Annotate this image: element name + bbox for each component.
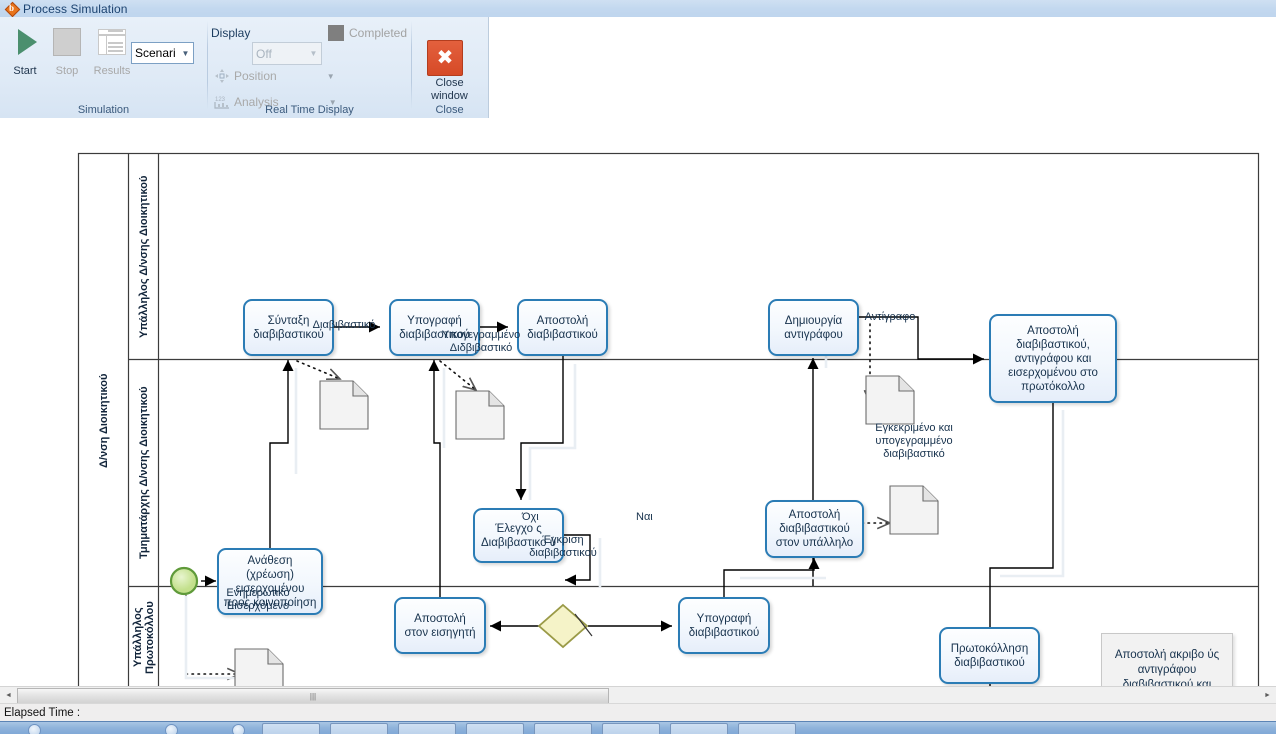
process-simulation-window: b Process Simulation Start Stop Results … (0, 0, 1276, 734)
task-apostoli-ston-ypallilo[interactable]: Αποστολή διαβιβαστικού στον υπάλληλο (765, 500, 864, 558)
exclusive-gateway-shape[interactable] (537, 603, 593, 649)
annotation-apostoli-akrivous[interactable]: Αποστολή ακριβο ύς αντιγράφου διαβιβαστι… (1101, 633, 1233, 686)
data-object-label-ypogegrammeno: Υπογεγραμμένο Διδβιβαστικό (441, 329, 521, 354)
grip-icon: ||| (309, 691, 317, 701)
close-caption-line1: Close (435, 77, 464, 89)
svg-text:123: 123 (215, 97, 226, 103)
status-bar: Elapsed Time : (0, 703, 1276, 722)
completed-checkbox-label: Completed (349, 26, 408, 40)
scenario-select-value: Scenari (135, 46, 176, 60)
horizontal-scrollbar[interactable]: ◄ ||| ► (0, 686, 1276, 704)
scrollbar-thumb[interactable]: ||| (17, 688, 609, 704)
scroll-right-button[interactable]: ► (1259, 687, 1276, 704)
gateway-label-egkrisi: Έγκριση διαβιβαστικού (529, 534, 597, 559)
taskbar-orb-icon[interactable] (28, 724, 41, 734)
flow-label-nai: Ναι (636, 511, 653, 523)
title-bar: b Process Simulation (0, 0, 1276, 18)
ribbon-empty-area (488, 17, 1276, 118)
ribbon-group-rtd-label: Real Time Display (265, 104, 354, 116)
position-label: Position (234, 69, 277, 83)
play-icon (4, 21, 46, 63)
ribbon-group-close: ✖ Close window Close (412, 17, 487, 118)
lane-label-3: Υπάλληλος Πρωτοκόλλου (132, 601, 156, 674)
app-icon: b (4, 1, 21, 18)
move-cross-icon (214, 68, 230, 84)
stop-square-icon (46, 21, 88, 63)
ribbon-group-simulation-label: Simulation (77, 104, 130, 116)
chevron-down-icon: ▼ (309, 49, 318, 58)
taskbar-button-6[interactable] (602, 723, 660, 734)
taskbar-button-7[interactable] (670, 723, 728, 734)
display-select[interactable]: Off ▼ (252, 42, 322, 65)
window-title: Process Simulation (23, 1, 128, 16)
display-label: Display (211, 26, 251, 40)
task-protokollisi-diavivastikou[interactable]: Πρωτοκόλληση διαβιβαστικού (939, 627, 1040, 684)
scroll-left-button[interactable]: ◄ (0, 687, 17, 704)
close-x-icon: ✖ (436, 45, 454, 69)
taskbar-button-2[interactable] (330, 723, 388, 734)
checkbox-box-icon (328, 25, 344, 41)
stop-button[interactable]: Stop (46, 21, 88, 87)
data-object-label-enimerotiko: Ενημερωτικό Εισερχόμενο (226, 587, 290, 612)
data-object-label-egkekrimeno: Εγκεκριμένο και υπογεγραμμένο διαβιβαστι… (875, 422, 953, 460)
chevron-left-icon: ◄ (5, 692, 12, 699)
taskbar-button-1[interactable] (262, 723, 320, 734)
data-object-label-antigrafo: Αντίγραφο (864, 311, 916, 323)
results-button-label: Results (93, 65, 131, 77)
lane-label-1: Υπάλληλος Δ/νσης Διοικητικού (138, 175, 150, 338)
scenario-select[interactable]: Scenari ▼ (131, 42, 194, 64)
data-object-label-diavivastiko: Διαβιβαστικό (312, 319, 376, 331)
completed-checkbox[interactable]: Completed (328, 25, 407, 41)
chevron-down-icon: ▼ (326, 71, 335, 81)
task-apostoli-sto-protokollo[interactable]: Αποστολή διαβιβαστικού, αντιγράφου και ε… (989, 314, 1117, 403)
chevron-right-icon: ► (1264, 692, 1271, 699)
display-select-value: Off (256, 46, 272, 61)
taskbar-icon-1[interactable] (165, 724, 178, 734)
pool-label: Δ/νση Διοικητικού (98, 373, 110, 469)
taskbar-button-3[interactable] (398, 723, 456, 734)
taskbar-icon-2[interactable] (232, 724, 245, 734)
task-dimiourgia-antigrafou[interactable]: Δημιουργία αντιγράφου (768, 299, 859, 356)
task-ypografi-diavivastikou-2[interactable]: Υπογραφή διαβιβαστικού (678, 597, 770, 654)
diagram-canvas[interactable]: Δ/νση Διοικητικού Υπάλληλος Δ/νσης Διοικ… (0, 118, 1276, 686)
app-icon-letter: b (8, 3, 14, 13)
start-event-circle[interactable] (169, 566, 199, 596)
task-apostoli-ston-eisigiti[interactable]: Αποστολή στον εισηγητή (394, 597, 486, 654)
taskbar-button-8[interactable] (738, 723, 796, 734)
position-button[interactable]: Position ▼ (214, 66, 335, 86)
chevron-down-icon: ▼ (181, 48, 190, 58)
stop-button-label: Stop (55, 65, 79, 77)
ribbon-group-simulation: Start Stop Results Scenari ▼ Simulation (0, 17, 207, 118)
ribbon-toolbar: Start Stop Results Scenari ▼ Simulation … (0, 17, 1276, 119)
elapsed-time-label: Elapsed Time : (4, 707, 81, 719)
lane-label-2: Τμηματάρχης Δ/νσης Διοικητικού (138, 386, 150, 560)
start-button-label: Start (13, 65, 37, 77)
ribbon-group-real-time-display: Display Off ▼ Completed Position ▼ 123 A… (208, 17, 411, 118)
close-window-button[interactable]: ✖ (427, 40, 463, 76)
flow-label-oxi: Όχι (522, 511, 539, 523)
taskbar-button-4[interactable] (466, 723, 524, 734)
close-caption-line2: window (431, 90, 468, 102)
start-button[interactable]: Start (4, 21, 46, 87)
taskbar-button-5[interactable] (534, 723, 592, 734)
close-window-caption: Close window (412, 77, 487, 103)
windows-taskbar[interactable] (0, 721, 1276, 734)
scrollbar-track[interactable]: ||| (17, 687, 1259, 704)
ribbon-group-close-label: Close (435, 104, 464, 116)
